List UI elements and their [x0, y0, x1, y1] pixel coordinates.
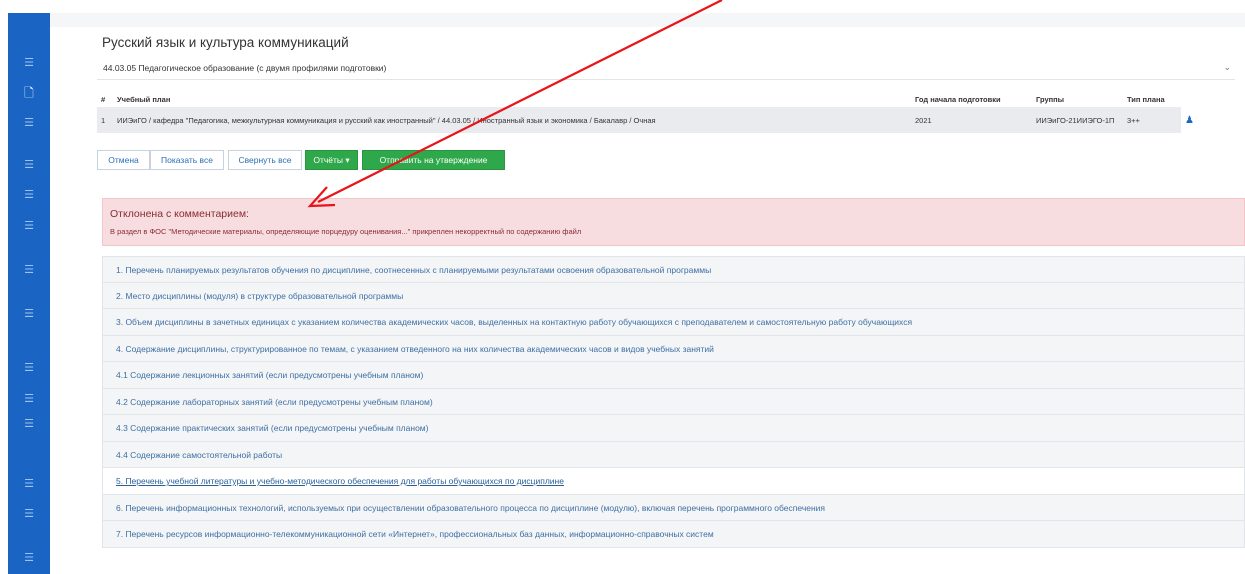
col-header-type: Тип плана: [1127, 94, 1165, 104]
alert-heading: Отклонена с комментарием:: [110, 208, 249, 220]
sidebar-menu-icon[interactable]: ☰: [8, 159, 50, 171]
section-link[interactable]: 7. Перечень ресурсов информационно-телек…: [116, 529, 714, 539]
sidebar-menu-icon[interactable]: ☰: [8, 393, 50, 405]
sidebar-menu-icon[interactable]: ☰: [8, 189, 50, 201]
section-item[interactable]: 1. Перечень планируемых результатов обуч…: [102, 256, 1245, 283]
section-link[interactable]: 6. Перечень информационных технологий, и…: [116, 503, 825, 513]
table-header-row: # Учебный план Год начала подготовки Гру…: [97, 91, 1245, 107]
section-link[interactable]: 4.2 Содержание лабораторных занятий (есл…: [116, 397, 433, 407]
sidebar-menu-icon[interactable]: ☰: [8, 220, 50, 232]
sidebar-document-icon[interactable]: 🗋: [8, 87, 50, 99]
sidebar-menu-icon[interactable]: ☰: [8, 478, 50, 490]
cancel-button[interactable]: Отмена: [97, 150, 150, 170]
section-item[interactable]: 4.2 Содержание лабораторных занятий (есл…: [102, 388, 1245, 415]
row-year: 2021: [911, 107, 1032, 133]
section-item-active[interactable]: 5. Перечень учебной литературы и учебно-…: [102, 468, 1245, 495]
section-link[interactable]: 2. Место дисциплины (модуля) в структуре…: [116, 291, 403, 301]
caret-down-icon: ▾: [345, 155, 350, 165]
program-select-value: 44.03.05 Педагогическое образование (с д…: [103, 63, 387, 73]
table-row[interactable]: 1 ИИЭиГО / кафедра "Педагогика, межкульт…: [97, 107, 1245, 133]
sidebar-menu-icon[interactable]: ☰: [8, 362, 50, 374]
section-item[interactable]: 2. Место дисциплины (модуля) в структуре…: [102, 282, 1245, 309]
page-title: Русский язык и культура коммуникаций: [102, 35, 349, 50]
sections-list: 1. Перечень планируемых результатов обуч…: [102, 256, 1245, 548]
top-strip: [50, 13, 1245, 27]
sidebar-menu-icon[interactable]: ☰: [8, 117, 50, 129]
sidebar-menu-icon[interactable]: ☰: [8, 308, 50, 320]
section-link[interactable]: 4.3 Содержание практических занятий (есл…: [116, 423, 428, 433]
collapse-all-button[interactable]: Свернуть все: [228, 150, 302, 170]
col-header-plan: Учебный план: [117, 94, 171, 104]
row-groups: ИИЭиГО-21ИИЭГО-1П: [1032, 107, 1123, 133]
sidebar-menu-icon[interactable]: ☰: [8, 264, 50, 276]
section-item[interactable]: 4.3 Содержание практических занятий (есл…: [102, 415, 1245, 442]
section-item[interactable]: 4.4 Содержание самостоятельной работы: [102, 441, 1245, 468]
program-select[interactable]: 44.03.05 Педагогическое образование (с д…: [97, 58, 1235, 80]
col-header-year: Год начала подготовки: [915, 94, 1001, 104]
app-root: ☰ 🗋 ☰ ☰ ☰ ☰ ☰ ☰ ☰ ☰ ☰ ☰ ☰ ☰ Русский язык…: [0, 0, 1245, 574]
section-link[interactable]: 3. Объем дисциплины в зачетных единицах …: [116, 317, 912, 327]
col-header-groups: Группы: [1036, 94, 1065, 104]
row-actions: ♟: [1181, 107, 1245, 133]
sidebar: ☰ 🗋 ☰ ☰ ☰ ☰ ☰ ☰ ☰ ☰ ☰ ☰ ☰ ☰: [8, 13, 50, 574]
section-item[interactable]: 4. Содержание дисциплины, структурирован…: [102, 335, 1245, 362]
section-link[interactable]: 5. Перечень учебной литературы и учебно-…: [116, 476, 564, 486]
section-link[interactable]: 4.1 Содержание лекционных занятий (если …: [116, 370, 423, 380]
show-all-button[interactable]: Показать все: [150, 150, 224, 170]
reports-label: Отчёты: [313, 155, 343, 165]
row-type: 3++: [1123, 107, 1181, 133]
curriculum-table: # Учебный план Год начала подготовки Гру…: [97, 91, 1245, 133]
section-item[interactable]: 6. Перечень информационных технологий, и…: [102, 494, 1245, 521]
alert-body: В раздел в ФОС "Методические материалы, …: [110, 227, 582, 236]
section-link[interactable]: 1. Перечень планируемых результатов обуч…: [116, 265, 711, 275]
chevron-down-icon[interactable]: ⌄: [1223, 62, 1231, 73]
sidebar-menu-icon[interactable]: ☰: [8, 57, 50, 69]
submit-for-approval-button[interactable]: Отправить на утверждение: [362, 150, 505, 170]
reports-dropdown-button[interactable]: Отчёты ▾: [305, 150, 358, 170]
col-header-actions: [1181, 91, 1245, 107]
section-link[interactable]: 4.4 Содержание самостоятельной работы: [116, 450, 282, 460]
sidebar-menu-icon[interactable]: ☰: [8, 418, 50, 430]
rejection-alert: Отклонена с комментарием: В раздел в ФОС…: [102, 198, 1245, 246]
section-item[interactable]: 7. Перечень ресурсов информационно-телек…: [102, 521, 1245, 548]
section-item[interactable]: 3. Объем дисциплины в зачетных единицах …: [102, 309, 1245, 336]
row-num: 1: [97, 107, 113, 133]
section-link[interactable]: 4. Содержание дисциплины, структурирован…: [116, 344, 714, 354]
row-plan: ИИЭиГО / кафедра "Педагогика, межкультур…: [113, 107, 911, 133]
users-icon[interactable]: ♟: [1185, 115, 1194, 126]
section-item[interactable]: 4.1 Содержание лекционных занятий (если …: [102, 362, 1245, 389]
sidebar-menu-icon[interactable]: ☰: [8, 508, 50, 520]
col-header-num: #: [101, 94, 106, 104]
sidebar-menu-icon[interactable]: ☰: [8, 552, 50, 564]
